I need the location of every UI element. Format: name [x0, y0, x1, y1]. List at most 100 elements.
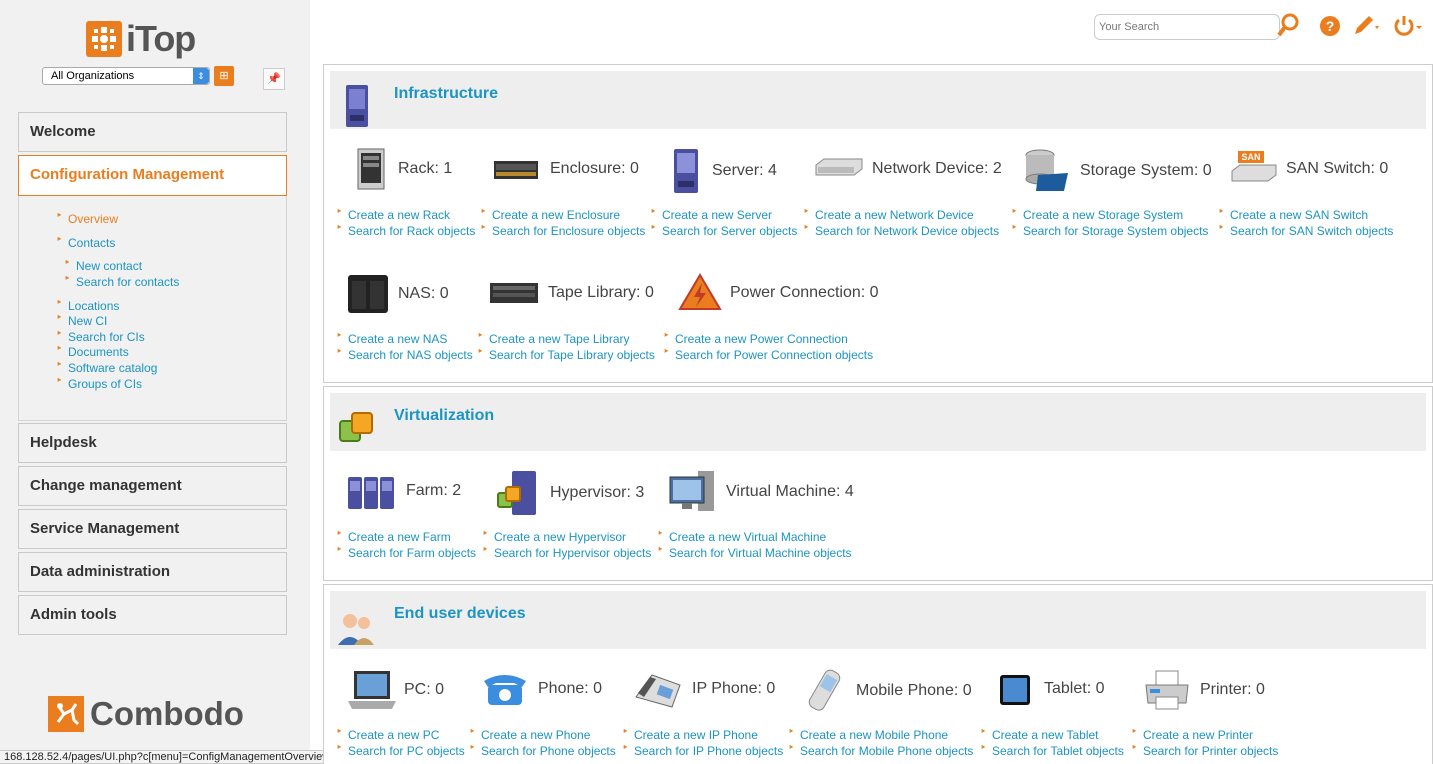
section-title: Virtualization	[394, 407, 495, 424]
organization-select[interactable]: All Organizations ⇕	[42, 67, 210, 85]
nas-icon	[348, 275, 388, 313]
farm-icon	[348, 477, 394, 509]
virtualization-header: Virtualization	[330, 393, 1426, 451]
search-printer-link[interactable]: Search for Printer objects	[1131, 741, 1278, 758]
nas-summary: NAS: 0	[346, 271, 449, 317]
end-user-devices-section: End user devices PC: 0 Create a new PC S…	[323, 584, 1433, 764]
submenu-locations[interactable]: Locations	[56, 296, 119, 313]
search-virtual-machine-link[interactable]: Search for Virtual Machine objects	[657, 543, 852, 560]
create-san-switch-link[interactable]: Create a new SAN Switch	[1218, 205, 1368, 222]
pc-icon	[348, 671, 396, 709]
menu-group-service-management[interactable]: Service Management	[18, 509, 287, 549]
infrastructure-section: Infrastructure Rack: 1 Create a new Rack…	[323, 64, 1433, 383]
submenu-documents[interactable]: Documents	[56, 342, 129, 359]
search-nas-link[interactable]: Search for NAS objects	[336, 345, 473, 362]
submenu-overview[interactable]: Overview	[56, 209, 118, 226]
network-device-icon	[815, 158, 863, 176]
menu-group-admin-tools[interactable]: Admin tools	[18, 595, 287, 635]
search-tablet-link[interactable]: Search for Tablet objects	[980, 741, 1124, 758]
create-hypervisor-link[interactable]: Create a new Hypervisor	[482, 527, 626, 544]
submenu-new-ci[interactable]: New CI	[56, 311, 107, 328]
storage-system-count: Storage System: 0	[1080, 162, 1212, 179]
power-connection-icon	[678, 273, 722, 310]
submenu-search-contacts[interactable]: Search for contacts	[64, 272, 179, 289]
menu-group-configuration-management[interactable]: Configuration Management	[18, 155, 287, 196]
configuration-submenu: Overview Contacts New contact Search for…	[18, 196, 287, 421]
virtual-machine-summary: Virtual Machine: 4	[668, 469, 854, 515]
search-tape-library-link[interactable]: Search for Tape Library objects	[477, 345, 655, 362]
section-title: End user devices	[394, 605, 526, 622]
search-hypervisor-link[interactable]: Search for Hypervisor objects	[482, 543, 651, 560]
sidebar: iTop All Organizations ⇕ ⊞ 📌 Welcome Con…	[0, 0, 310, 764]
create-nas-link[interactable]: Create a new NAS	[336, 329, 447, 346]
combodo-logo[interactable]: Combodo	[48, 695, 244, 733]
search-ip-phone-link[interactable]: Search for IP Phone objects	[622, 741, 783, 758]
enclosure-summary: Enclosure: 0	[492, 147, 639, 191]
menu-group-change-management[interactable]: Change management	[18, 466, 287, 506]
search-storage-system-link[interactable]: Search for Storage System objects	[1011, 221, 1208, 238]
logoff-icon[interactable]	[1392, 12, 1424, 40]
virtual-machine-icon	[669, 471, 714, 511]
svg-text:?: ?	[1326, 18, 1335, 34]
ip-phone-count: IP Phone: 0	[692, 680, 776, 697]
tablet-summary: Tablet: 0	[996, 667, 1104, 711]
phone-summary: Phone: 0	[480, 667, 602, 711]
help-icon[interactable]: ?	[1318, 12, 1342, 40]
submenu-contacts[interactable]: Contacts	[56, 233, 115, 250]
storage-system-icon	[1025, 149, 1068, 191]
submenu-groups-of-cis[interactable]: Groups of CIs	[56, 374, 142, 391]
phone-icon	[484, 675, 526, 705]
search-rack-link[interactable]: Search for Rack objects	[336, 221, 475, 238]
create-tape-library-link[interactable]: Create a new Tape Library	[477, 329, 630, 346]
phone-count: Phone: 0	[538, 680, 603, 697]
create-phone-link[interactable]: Create a new Phone	[469, 725, 590, 742]
submenu-new-contact[interactable]: New contact	[64, 256, 142, 273]
printer-count: Printer: 0	[1200, 681, 1265, 698]
menu-group-welcome[interactable]: Welcome	[18, 112, 287, 152]
search-phone-link[interactable]: Search for Phone objects	[469, 741, 616, 758]
menu-group-data-administration[interactable]: Data administration	[18, 552, 287, 592]
create-ip-phone-link[interactable]: Create a new IP Phone	[622, 725, 758, 742]
search-enclosure-link[interactable]: Search for Enclosure objects	[480, 221, 645, 238]
menu-group-helpdesk[interactable]: Helpdesk	[18, 423, 287, 463]
pin-icon: 📌	[267, 73, 281, 85]
pin-menu-button[interactable]: 📌	[263, 68, 285, 90]
create-enclosure-link[interactable]: Create a new Enclosure	[480, 205, 620, 222]
submenu-search-cis[interactable]: Search for CIs	[56, 327, 145, 344]
virtualization-icon	[339, 412, 373, 442]
search-network-device-link[interactable]: Search for Network Device objects	[803, 221, 999, 238]
global-search-input[interactable]	[1094, 14, 1280, 40]
search-icon[interactable]	[1275, 12, 1301, 40]
create-tablet-link[interactable]: Create a new Tablet	[980, 725, 1099, 742]
create-pc-link[interactable]: Create a new PC	[336, 725, 439, 742]
create-mobile-phone-link[interactable]: Create a new Mobile Phone	[788, 725, 948, 742]
search-farm-link[interactable]: Search for Farm objects	[336, 543, 476, 560]
create-virtual-machine-link[interactable]: Create a new Virtual Machine	[657, 527, 826, 544]
create-storage-system-link[interactable]: Create a new Storage System	[1011, 205, 1183, 222]
enclosure-icon	[494, 161, 538, 179]
search-san-switch-link[interactable]: Search for SAN Switch objects	[1218, 221, 1393, 238]
submenu-software-catalog[interactable]: Software catalog	[56, 358, 157, 375]
itop-logo[interactable]: iTop	[86, 18, 196, 60]
network-device-summary: Network Device: 2	[814, 147, 1002, 191]
create-rack-link[interactable]: Create a new Rack	[336, 205, 450, 222]
organization-tree-button[interactable]: ⊞	[214, 66, 234, 86]
search-mobile-phone-link[interactable]: Search for Mobile Phone objects	[788, 741, 973, 758]
svg-text:SAN: SAN	[1241, 152, 1260, 162]
edit-preferences-icon[interactable]	[1350, 12, 1382, 40]
network-device-count: Network Device: 2	[872, 160, 1002, 177]
mobile-phone-count: Mobile Phone: 0	[856, 682, 972, 699]
create-network-device-link[interactable]: Create a new Network Device	[803, 205, 974, 222]
tablet-count: Tablet: 0	[1044, 680, 1105, 697]
hypervisor-icon	[497, 471, 536, 515]
search-server-link[interactable]: Search for Server objects	[650, 221, 797, 238]
pc-count: PC: 0	[404, 681, 445, 698]
search-power-connection-link[interactable]: Search for Power Connection objects	[663, 345, 873, 362]
search-pc-link[interactable]: Search for PC objects	[336, 741, 465, 758]
server-icon	[674, 149, 698, 193]
rack-summary: Rack: 1	[352, 147, 452, 191]
create-farm-link[interactable]: Create a new Farm	[336, 527, 451, 544]
create-power-connection-link[interactable]: Create a new Power Connection	[663, 329, 848, 346]
create-server-link[interactable]: Create a new Server	[650, 205, 772, 222]
create-printer-link[interactable]: Create a new Printer	[1131, 725, 1253, 742]
